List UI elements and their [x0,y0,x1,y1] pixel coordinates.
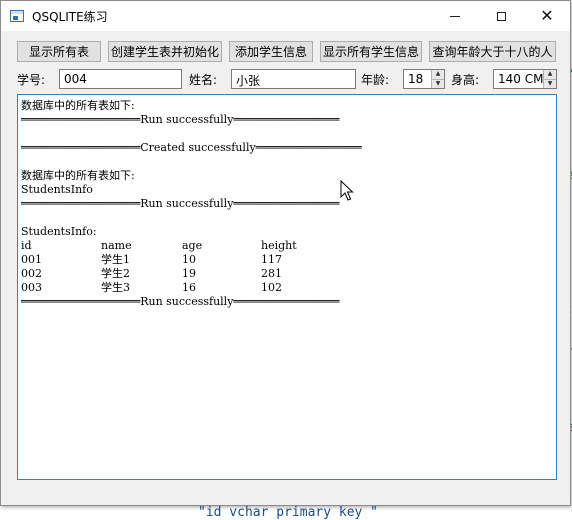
table-cell: 学生3 [101,281,130,294]
table-cell: 10 [182,253,196,266]
arrow-down-icon: ▼ [435,79,441,87]
minimize-button[interactable] [432,1,478,31]
student-height-value: 140 CM [498,72,544,86]
table-cell: 16 [182,281,196,294]
close-button[interactable]: ✕ [524,1,570,31]
output-line: ══════════════════Run successfully══════… [21,113,340,126]
close-icon: ✕ [540,6,554,25]
table-row: 002 学生2 19 281 [21,267,362,281]
arrow-up-icon: ▲ [435,70,441,78]
student-height-spinbox[interactable]: 140 CM ▲ ▼ [493,69,557,89]
table-cell: 学生2 [101,267,130,280]
output-line: ══════════════════Created successfully══… [21,141,362,154]
student-height-label: 身高: [451,73,480,87]
create-student-table-button[interactable]: 创建学生表并初始化 [108,41,222,62]
table-cell: 002 [21,267,42,280]
student-age-spinbox[interactable]: 18 ▲ ▼ [403,69,445,89]
output-line: 数据库中的所有表如下: [21,99,135,112]
app-window-icon [10,10,24,22]
output-line: 数据库中的所有表如下: [21,169,135,182]
output-line: ══════════════════Run successfully══════… [21,295,340,308]
table-row: 001 学生1 10 117 [21,253,362,267]
title-bar[interactable]: QSQLITE练习 ✕ [1,1,570,31]
student-id-label: 学号: [17,73,46,87]
add-student-button[interactable]: 添加学生信息 [229,41,313,62]
height-spin-arrows: ▲ ▼ [543,70,556,88]
student-id-input[interactable]: 004 [59,69,182,89]
table-cell: 102 [261,281,282,294]
table-cell: 117 [261,253,282,266]
window-controls: ✕ [432,1,570,31]
age-decrement-button[interactable]: ▼ [431,79,444,88]
student-age-value: 18 [408,72,424,86]
height-increment-button[interactable]: ▲ [543,70,556,80]
table-cell: age [182,239,203,252]
table-cell: height [261,239,297,252]
arrow-up-icon: ▲ [547,70,553,78]
maximize-icon [496,11,506,21]
table-cell: id [21,239,32,252]
height-decrement-button[interactable]: ▼ [543,79,556,88]
output-line: StudentsInfo: [21,225,97,238]
app-window: QSQLITE练习 ✕ 显示所有表 创建学生表并初始化 添加学生信息 显示所有学… [0,0,571,506]
table-cell: 281 [261,267,282,280]
minimize-icon [450,15,460,17]
output-line: StudentsInfo [21,183,93,196]
output-lines: 数据库中的所有表如下: ══════════════════Run succes… [21,99,362,309]
table-cell: 003 [21,281,42,294]
student-name-input[interactable]: 小张 [231,69,356,89]
query-age-over-18-button[interactable]: 查询年龄大于十八的人 [429,41,556,62]
student-name-label: 姓名: [189,73,218,87]
arrow-down-icon: ▼ [547,79,553,87]
table-cell: name [101,239,132,252]
show-all-tables-button[interactable]: 显示所有表 [17,41,101,62]
table-cell: 学生1 [101,253,130,266]
age-spin-arrows: ▲ ▼ [431,70,444,88]
table-cell: 001 [21,253,42,266]
table-row: id name age height [21,239,362,253]
maximize-button[interactable] [478,1,524,31]
student-form: 学号: 004 姓名: 小张 年龄: 18 ▲ ▼ 身高: 140 CM ▲ ▼ [1,69,570,89]
output-line: ══════════════════Run successfully══════… [21,197,340,210]
table-cell: 19 [182,267,196,280]
output-text-area[interactable]: 数据库中的所有表如下: ══════════════════Run succes… [17,94,557,480]
age-increment-button[interactable]: ▲ [431,70,444,80]
mouse-pointer-icon [340,180,354,201]
show-all-students-button[interactable]: 显示所有学生信息 [320,41,422,62]
window-title: QSQLITE练习 [32,9,108,24]
table-row: 003 学生3 16 102 [21,281,362,295]
status-bar [17,485,557,499]
student-age-label: 年龄: [361,73,390,87]
